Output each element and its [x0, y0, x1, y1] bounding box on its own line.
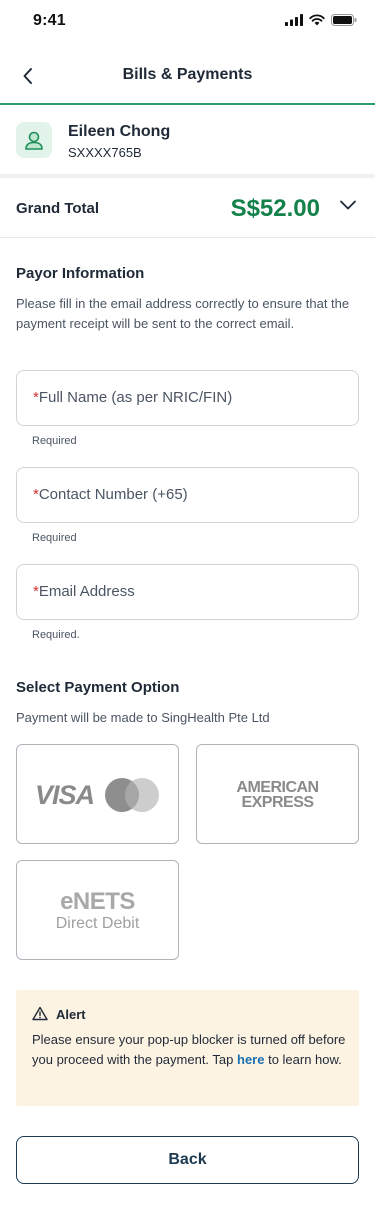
patient-row: Eileen Chong SXXXX765B — [0, 106, 375, 174]
payor-section-description: Please fill in the email address correct… — [16, 296, 350, 331]
user-icon — [25, 131, 43, 150]
amex-option[interactable]: AMERICAN EXPRESS — [196, 744, 359, 844]
payor-section-title: Payor Information — [16, 265, 145, 282]
full-name-placeholder: *Full Name (as per NRIC/FIN) — [33, 389, 232, 406]
contact-number-field[interactable]: *Contact Number (+65) — [16, 467, 359, 523]
status-icons — [285, 14, 357, 26]
email-placeholder: *Email Address — [33, 583, 135, 600]
full-name-helper: Required — [32, 435, 77, 447]
enets-option[interactable]: eNETS Direct Debit — [16, 860, 179, 960]
email-field[interactable]: *Email Address — [16, 564, 359, 620]
alert-text-after: to learn how. — [264, 1052, 342, 1067]
status-time: 9:41 — [33, 12, 66, 29]
payment-section-title: Select Payment Option — [16, 679, 180, 696]
contact-number-placeholder-text: Contact Number (+65) — [38, 486, 188, 503]
back-button[interactable]: Back — [16, 1136, 359, 1184]
enets-logo-line2: Direct Debit — [55, 915, 140, 932]
warning-icon — [32, 1006, 48, 1021]
contact-number-helper: Required — [32, 532, 77, 544]
email-helper: Required. — [32, 629, 80, 641]
battery-icon — [331, 14, 357, 26]
contact-number-placeholder: *Contact Number (+65) — [33, 486, 188, 503]
patient-id: SXXXX765B — [68, 145, 142, 160]
nav-bar: Bills & Payments — [0, 44, 375, 105]
payment-section-description: Payment will be made to SingHealth Pte L… — [16, 710, 270, 725]
grand-total-label: Grand Total — [16, 200, 100, 217]
patient-name: Eileen Chong — [68, 123, 171, 140]
avatar — [16, 122, 52, 158]
mastercard-logo — [105, 778, 159, 812]
amex-logo-line2: EXPRESS — [241, 794, 314, 811]
page-title: Bills & Payments — [122, 66, 253, 83]
signal-icon — [285, 14, 303, 26]
email-placeholder-text: Email Address — [38, 583, 135, 600]
popup-blocker-alert: Alert Please ensure your pop-up blocker … — [16, 990, 359, 1106]
grand-total-amount: S$52.00 — [230, 195, 320, 222]
wifi-icon — [309, 14, 325, 26]
grand-total-row[interactable]: Grand Total S$52.00 — [0, 178, 375, 238]
amex-logo-line1: AMERICAN — [236, 779, 319, 796]
visa-logo: VISA — [35, 780, 95, 810]
alert-title: Alert — [56, 1007, 86, 1022]
visa-mastercard-option[interactable]: VISA — [16, 744, 179, 844]
full-name-placeholder-text: Full Name (as per NRIC/FIN) — [38, 389, 233, 406]
full-name-field[interactable]: *Full Name (as per NRIC/FIN) — [16, 370, 359, 426]
chevron-down-icon[interactable] — [339, 199, 357, 211]
alert-text: Please ensure your pop-up blocker is tur… — [32, 1030, 350, 1070]
enets-logo: eNETS Direct Debit — [17, 890, 178, 934]
status-bar: 9:41 — [0, 0, 375, 44]
amex-logo: AMERICAN EXPRESS — [197, 779, 358, 811]
enets-logo-line1: eNETS — [60, 888, 135, 915]
alert-here-link[interactable]: here — [237, 1052, 264, 1067]
